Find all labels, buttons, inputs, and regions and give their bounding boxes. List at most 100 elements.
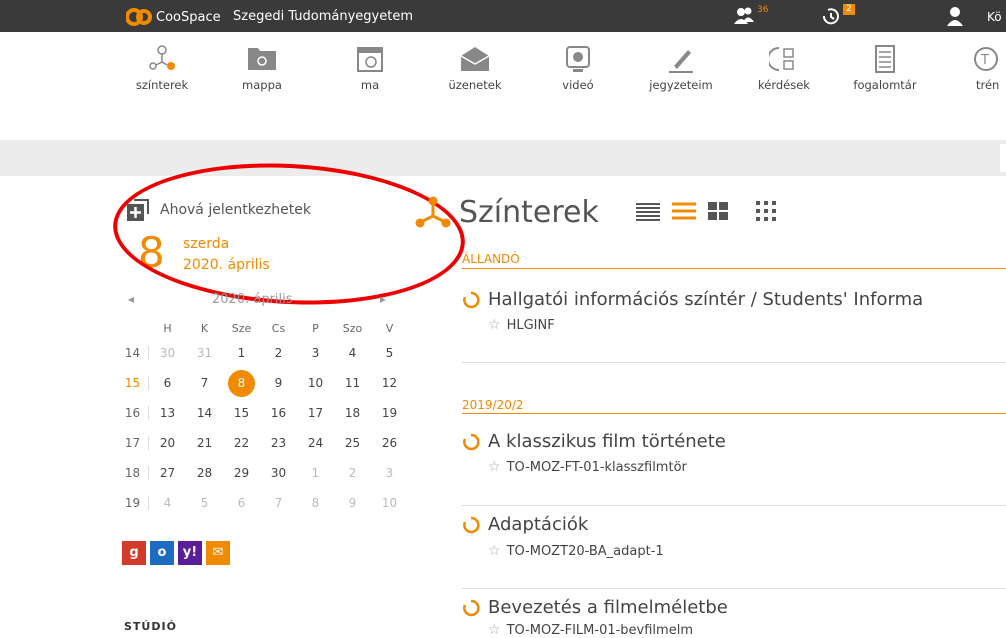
toolbar-item-video[interactable]: videó — [538, 44, 618, 92]
scene-item-title[interactable]: Hallgatói információs színtér / Students… — [462, 289, 923, 310]
section-label: 2019/20/2 — [462, 398, 524, 412]
scene-title-text: Adaptációk — [488, 514, 589, 535]
calendar-day[interactable]: 6 — [223, 496, 260, 510]
calendar-day[interactable]: 7 — [186, 376, 223, 390]
scene-code-text: TO-MOZ-FT-01-klasszfilmtör — [506, 459, 687, 475]
week-number: 18 — [117, 466, 149, 480]
calendar-day[interactable]: 30 — [260, 466, 297, 480]
scene-code: ☆ HLGINF — [488, 317, 555, 333]
divider — [462, 505, 1006, 506]
scene-item-title[interactable]: Bevezetés a filmelméletbe — [462, 597, 728, 618]
toolbar-item-szinterek[interactable]: színterek — [122, 44, 202, 92]
google-calendar-icon[interactable]: g — [122, 541, 146, 565]
outlook-calendar-icon[interactable]: o — [150, 541, 174, 565]
star-icon[interactable]: ☆ — [488, 317, 501, 333]
calendar-day[interactable]: 23 — [260, 436, 297, 450]
toolbar-label: fogalomtár — [853, 78, 917, 92]
calendar-next-button[interactable]: ▸ — [380, 292, 386, 306]
yahoo-calendar-icon[interactable]: y! — [178, 541, 202, 565]
calendar-day[interactable]: 13 — [149, 406, 186, 420]
scene-code: ☆ TO-MOZ-FILM-01-bevfilmelm — [488, 622, 693, 638]
calendar-day[interactable]: 1 — [223, 346, 260, 360]
user-icon[interactable] — [946, 6, 964, 26]
scene-item-title[interactable]: A klasszikus film története — [462, 431, 726, 452]
org-name[interactable]: Szegedi Tudományegyetem — [233, 9, 413, 24]
calendar-day[interactable]: 17 — [297, 406, 334, 420]
scene-item-title[interactable]: Adaptációk — [462, 514, 588, 535]
page-title-text: Színterek — [459, 194, 599, 230]
calendar-day[interactable]: 3 — [297, 346, 334, 360]
glossary-icon — [875, 45, 895, 73]
calendar-day[interactable]: 30 — [149, 346, 186, 360]
calendar-day[interactable]: 18 — [334, 406, 371, 420]
folder-icon — [248, 48, 276, 70]
network-icon — [415, 196, 451, 228]
toolbar-item-fogalomtar[interactable]: fogalomtár — [845, 44, 925, 92]
toolbar-item-jegyzeteim[interactable]: jegyzeteim — [641, 44, 721, 92]
calendar-day[interactable]: 29 — [223, 466, 260, 480]
refresh-ring-icon — [463, 599, 480, 616]
calendar-day-today[interactable]: 8 — [223, 369, 260, 397]
calendar-prev-button[interactable]: ◂ — [128, 292, 134, 306]
compact-list-view-icon[interactable] — [671, 201, 697, 221]
refresh-ring-icon — [463, 433, 480, 450]
people-icon[interactable] — [733, 6, 755, 26]
user-name[interactable]: Kö — [987, 10, 1002, 24]
calendar-day[interactable]: 24 — [297, 436, 334, 450]
network-icon — [149, 45, 175, 70]
tile-view-icon[interactable] — [707, 201, 729, 221]
calendar-day[interactable]: 31 — [186, 346, 223, 360]
calendar-day[interactable]: 1 — [297, 466, 334, 480]
toolbar-item-ma[interactable]: ma — [330, 44, 410, 92]
grid-view-icon[interactable] — [755, 200, 777, 222]
calendar-day[interactable]: 5 — [186, 496, 223, 510]
calendar-day[interactable]: 9 — [260, 376, 297, 390]
calendar-day[interactable]: 12 — [371, 376, 408, 390]
calendar-today-icon — [357, 47, 383, 72]
star-icon[interactable]: ☆ — [488, 543, 501, 559]
calendar-day[interactable]: 3 — [371, 466, 408, 480]
calendar-day[interactable]: 19 — [371, 406, 408, 420]
calendar-day[interactable]: 4 — [149, 496, 186, 510]
toolbar-item-kerdesek[interactable]: kérdések — [744, 44, 824, 92]
coospace-logo[interactable]: CooSpace — [126, 7, 221, 27]
calendar-day[interactable]: 22 — [223, 436, 260, 450]
refresh-ring-icon — [463, 516, 480, 533]
calendar-day[interactable]: 7 — [260, 496, 297, 510]
calendar-day[interactable]: 21 — [186, 436, 223, 450]
calendar-day[interactable]: 25 — [334, 436, 371, 450]
calendar-day[interactable]: 2 — [334, 466, 371, 480]
weekday-header: V — [385, 321, 394, 335]
calendar-week-row: 14 30 31 1 2 3 4 5 — [117, 338, 408, 368]
calendar-week-row: 19 4 5 6 7 8 9 10 — [117, 488, 408, 518]
list-view-icon[interactable] — [635, 201, 661, 221]
calendar-day[interactable]: 8 — [297, 496, 334, 510]
calendar-day[interactable]: 9 — [334, 496, 371, 510]
calendar-day[interactable]: 6 — [149, 376, 186, 390]
calendar-day[interactable]: 2 — [260, 346, 297, 360]
calendar-week-row: 15 6 7 8 9 10 11 12 — [117, 368, 408, 398]
calendar-day[interactable]: 28 — [186, 466, 223, 480]
calendar-day[interactable]: 26 — [371, 436, 408, 450]
calendar-day[interactable]: 16 — [260, 406, 297, 420]
calendar-day[interactable]: 5 — [371, 346, 408, 360]
toolbar-item-uzenetek[interactable]: üzenetek — [435, 44, 515, 92]
toolbar-item-tren[interactable]: T trén — [950, 44, 1006, 92]
calendar-day[interactable]: 15 — [223, 406, 260, 420]
star-icon[interactable]: ☆ — [488, 459, 501, 475]
calendar-week-row: 17 20 21 22 23 24 25 26 — [117, 428, 408, 458]
history-icon[interactable] — [820, 6, 842, 26]
star-icon[interactable]: ☆ — [488, 622, 501, 638]
toolbar-label: trén — [976, 78, 1000, 92]
calendar-day[interactable]: 10 — [297, 376, 334, 390]
calendar-day[interactable]: 10 — [371, 496, 408, 510]
toolbar-label: mappa — [242, 78, 282, 92]
calendar-day[interactable]: 20 — [149, 436, 186, 450]
calendar-day[interactable]: 11 — [334, 376, 371, 390]
calendar-day[interactable]: 14 — [186, 406, 223, 420]
email-calendar-icon[interactable]: ✉ — [206, 541, 230, 565]
calendar-day[interactable]: 27 — [149, 466, 186, 480]
calendar-day[interactable]: 4 — [334, 346, 371, 360]
toolbar-item-mappa[interactable]: mappa — [222, 44, 302, 92]
toolbar-label: jegyzeteim — [649, 78, 713, 92]
